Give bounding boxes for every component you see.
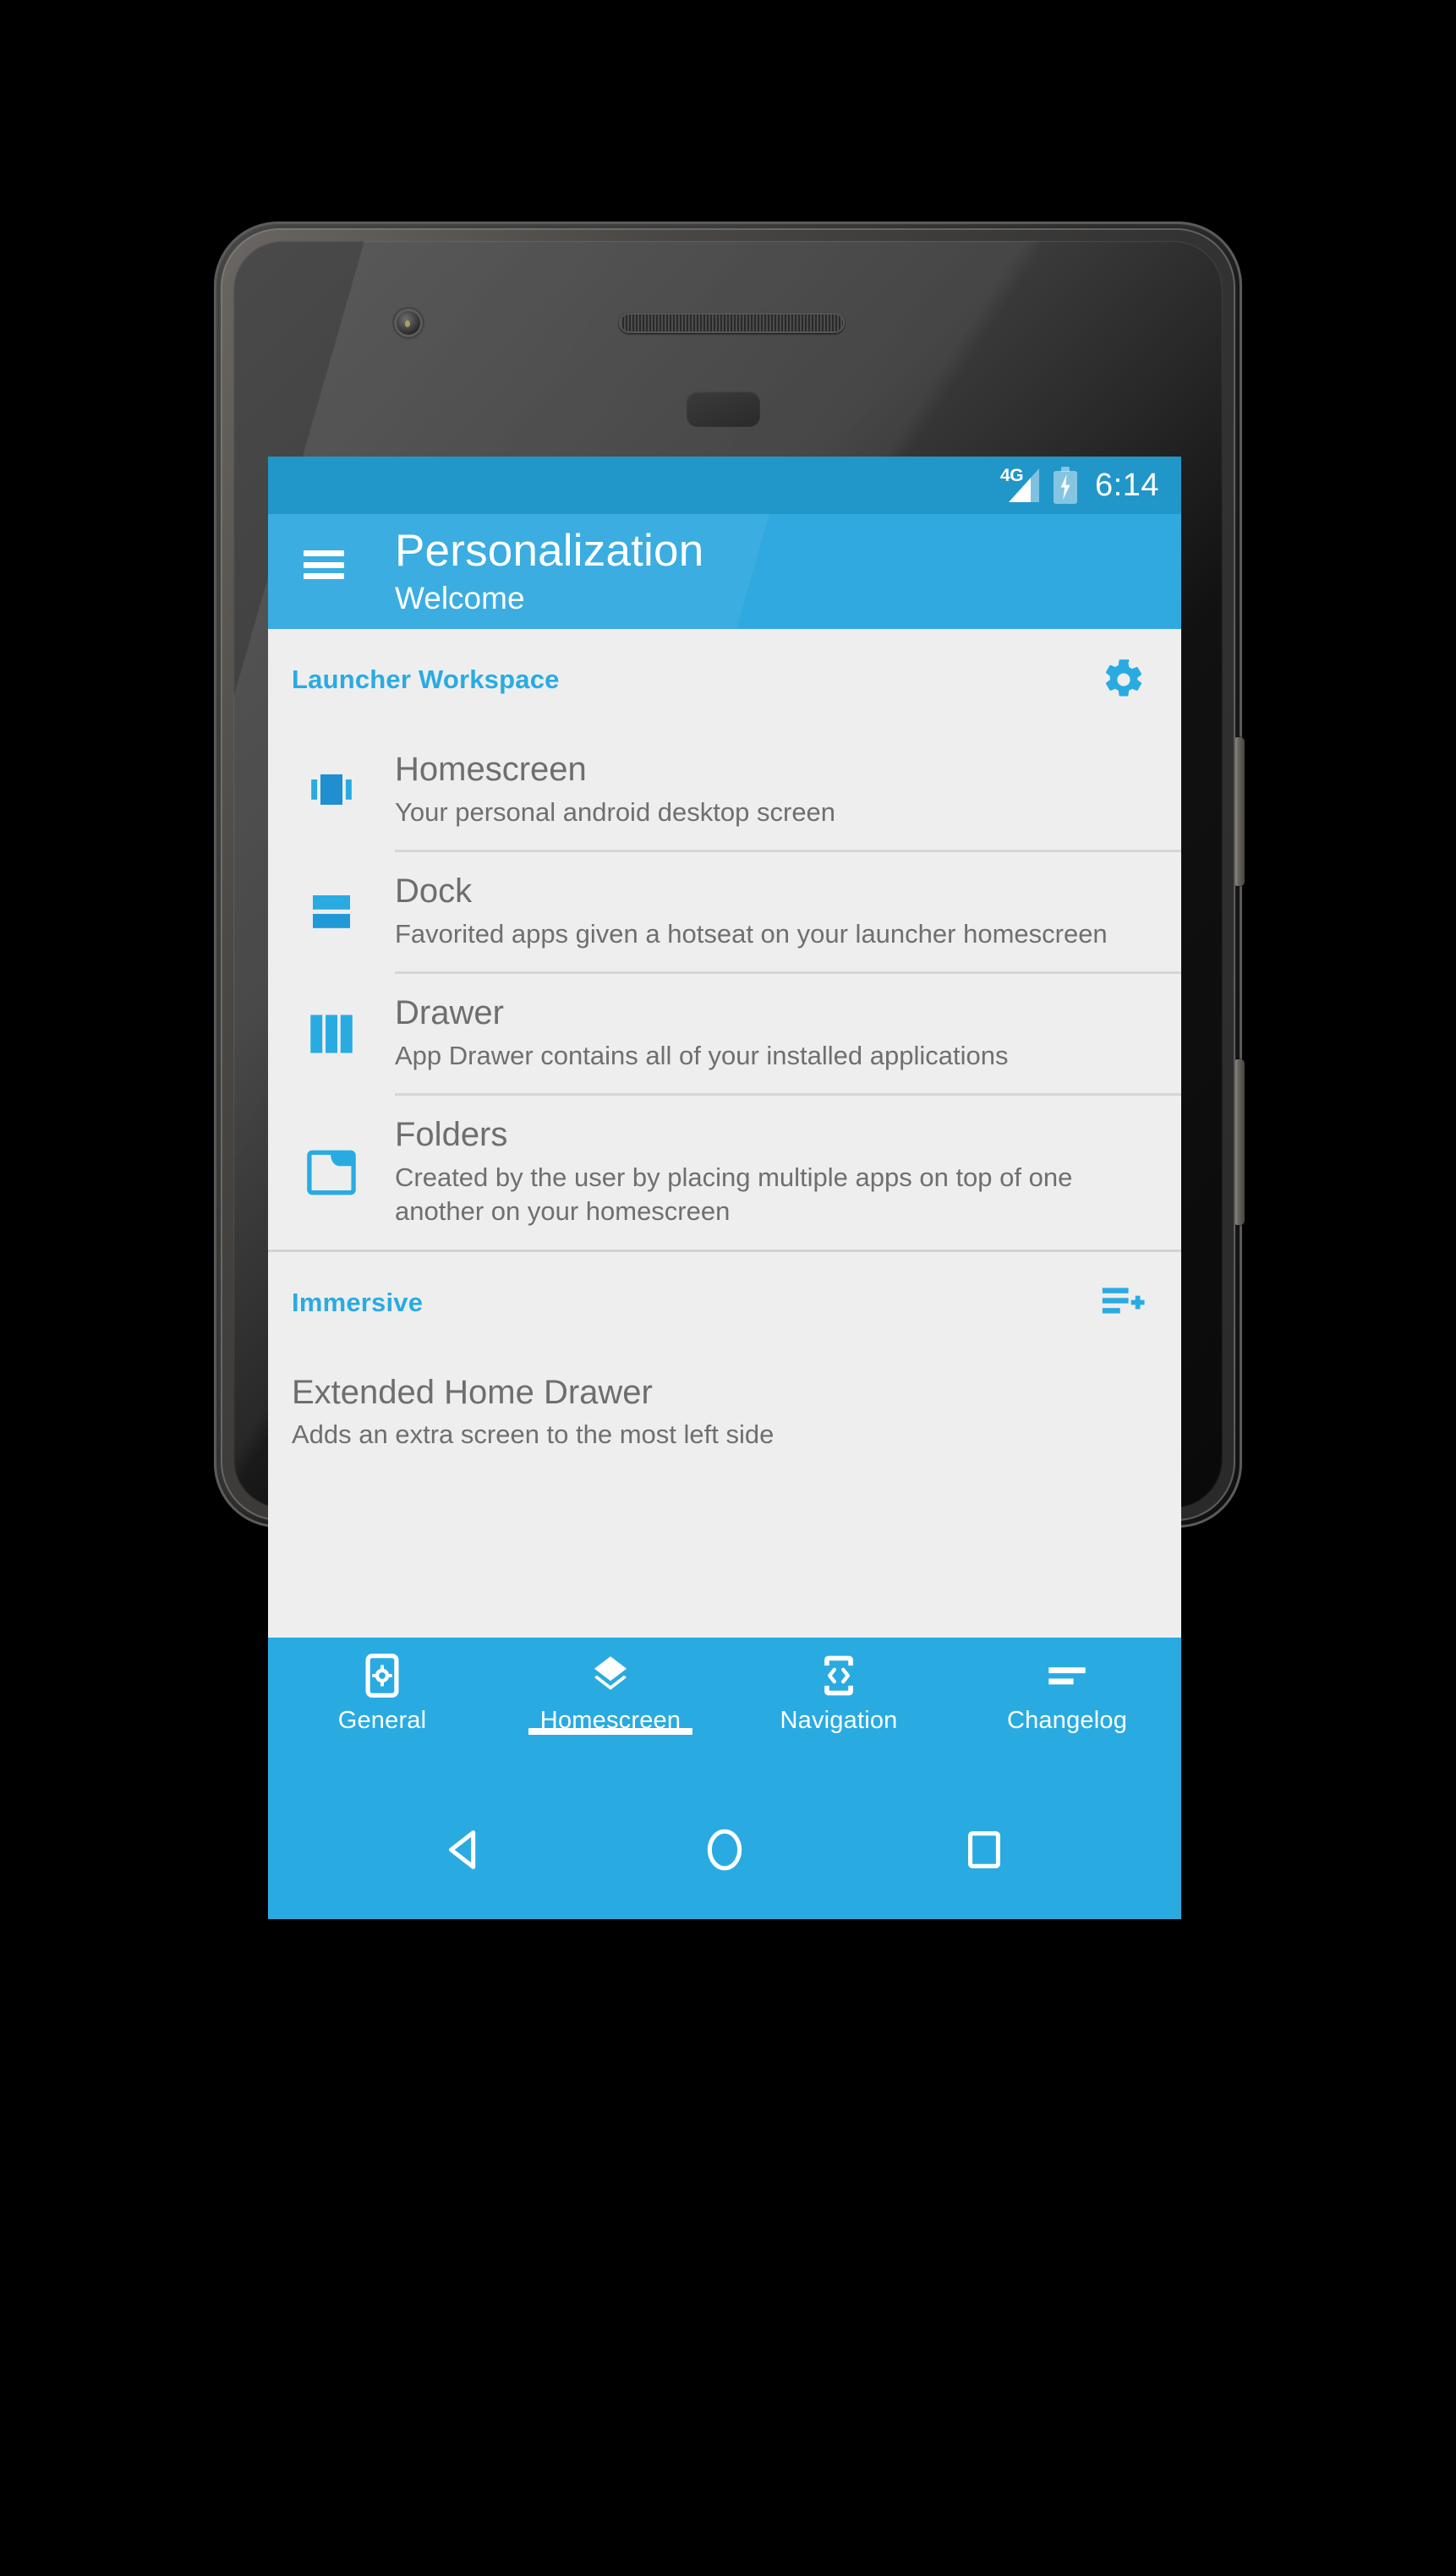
android-navigation-bar <box>268 1780 1181 1919</box>
list-item-content: Drawer App Drawer contains all of your i… <box>395 974 1166 1093</box>
signal-4g-icon: 4G <box>1000 466 1040 504</box>
power-button[interactable] <box>1235 737 1245 886</box>
list-item-dock[interactable]: Dock Favorited apps given a hotseat on y… <box>268 852 1181 971</box>
tab-changelog[interactable]: Changelog <box>953 1638 1181 1735</box>
status-bar: 4G 6:14 <box>268 457 1181 514</box>
toolbar-title-group: Personalization Welcome <box>395 526 703 618</box>
tab-label: Changelog <box>1006 1707 1128 1734</box>
list-item-subtitle: Adds an extra screen to the most left si… <box>292 1419 775 1450</box>
card-launcher-workspace: Launcher Workspace Homescreen Your perso… <box>268 629 1181 1250</box>
phone-screen: 4G 6:14 Personalization Welcome Launcher… <box>268 457 1181 1919</box>
list-lines-icon <box>1045 1652 1089 1699</box>
section-title: Launcher Workspace <box>292 665 560 694</box>
view-agenda-icon <box>268 894 395 931</box>
list-item-content: Homescreen Your personal android desktop… <box>395 730 1166 850</box>
layers-icon <box>588 1652 632 1699</box>
volume-button[interactable] <box>1235 1059 1245 1225</box>
phone-code-icon <box>819 1652 858 1699</box>
tab-active-indicator <box>528 1728 693 1735</box>
list-item-subtitle: Created by the user by placing multiple … <box>395 1162 1073 1227</box>
list-item-subtitle: App Drawer contains all of your installe… <box>395 1040 1009 1070</box>
square-recents-icon[interactable] <box>933 1808 1035 1892</box>
list-item-title: Drawer <box>395 994 504 1032</box>
hamburger-bar-3 <box>304 573 344 579</box>
list-item-subtitle: Your personal android desktop screen <box>395 796 836 827</box>
bottom-tab-bar: General Homescreen Navigation Changelog <box>268 1638 1181 1780</box>
screenshot-canvas: 4G 6:14 Personalization Welcome Launcher… <box>0 0 1456 2576</box>
page-subtitle: Welcome <box>395 580 525 615</box>
view-column-icon <box>268 1013 395 1055</box>
section-header-immersive: Immersive <box>268 1252 1181 1354</box>
hamburger-bar-1 <box>304 550 344 556</box>
settings-gear-icon[interactable] <box>1102 658 1146 702</box>
section-header-launcher-workspace: Launcher Workspace <box>268 629 1181 730</box>
earpiece-speaker <box>619 313 845 333</box>
list-item-title: Dock <box>395 872 473 911</box>
list-item-title: Extended Home Drawer <box>292 1373 653 1411</box>
tab-navigation[interactable]: Navigation <box>725 1638 953 1735</box>
list-item-content: Dock Favorited apps given a hotseat on y… <box>395 852 1166 971</box>
network-type-label: 4G <box>1000 466 1024 485</box>
folder-icon <box>268 1150 395 1195</box>
sensor-module <box>687 391 760 427</box>
list-item-title: Folders <box>395 1116 508 1154</box>
front-camera-icon <box>394 309 423 337</box>
section-title: Immersive <box>292 1287 424 1317</box>
triangle-back-icon[interactable] <box>414 1808 516 1892</box>
circle-home-icon[interactable] <box>674 1808 775 1892</box>
playlist-add-icon[interactable] <box>1100 1284 1146 1321</box>
view-carousel-icon <box>268 768 395 812</box>
status-bar-clock: 6:14 <box>1095 467 1159 503</box>
app-toolbar: Personalization Welcome <box>268 514 1181 629</box>
tab-homescreen[interactable]: Homescreen <box>496 1638 725 1735</box>
status-icon-group: 4G 6:14 <box>1000 466 1159 504</box>
tab-general[interactable]: General <box>268 1638 496 1735</box>
list-item-extended-home-drawer[interactable]: Extended Home Drawer Adds an extra scree… <box>268 1354 1181 1473</box>
battery-charging-icon <box>1054 467 1078 504</box>
hamburger-bar-2 <box>304 561 344 568</box>
list-item-folders[interactable]: Folders Created by the user by placing m… <box>268 1096 1181 1249</box>
page-title: Personalization <box>395 526 704 576</box>
tab-label: Navigation <box>780 1707 898 1734</box>
tab-label: General <box>337 1707 427 1734</box>
list-item-content: Folders Created by the user by placing m… <box>395 1096 1166 1249</box>
list-item-homescreen[interactable]: Homescreen Your personal android desktop… <box>268 730 1181 850</box>
list-item-subtitle: Favorited apps given a hotseat on your l… <box>395 918 1108 949</box>
list-item-content: Extended Home Drawer Adds an extra scree… <box>292 1354 1158 1473</box>
hamburger-menu-icon[interactable] <box>304 550 344 579</box>
list-item-title: Homescreen <box>395 751 587 788</box>
card-immersive: Immersive Extended Home Drawer Adds an e… <box>268 1251 1181 1473</box>
list-item-drawer[interactable]: Drawer App Drawer contains all of your i… <box>268 974 1181 1093</box>
phone-settings-icon <box>363 1652 402 1699</box>
